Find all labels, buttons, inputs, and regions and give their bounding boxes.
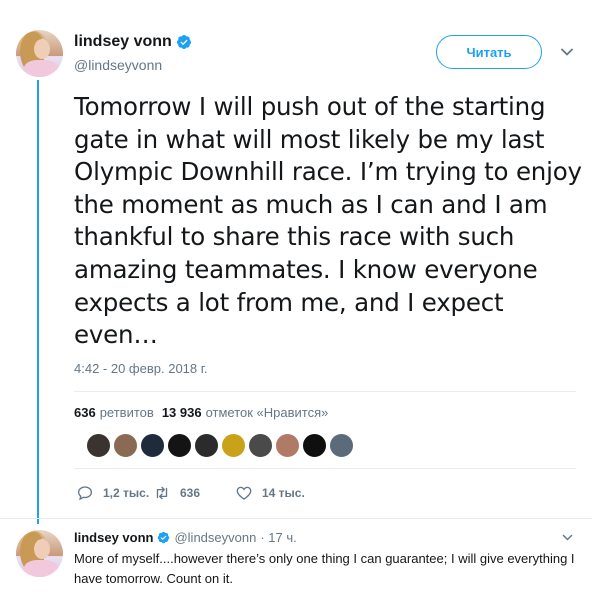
liker-avatar[interactable] [140,433,165,458]
reply-avatar[interactable] [16,530,63,577]
liker-avatar[interactable] [302,433,327,458]
reply-icon [77,486,93,501]
author-row: lindsey vonn [74,33,192,51]
reply-time[interactable]: · 17 ч. [260,530,296,545]
liker-avatar[interactable] [329,433,354,458]
likes-count: 13 936 [161,405,202,420]
author-name[interactable]: lindsey vonn [74,33,172,51]
retweet-button[interactable]: 636 [153,484,235,502]
chevron-down-icon[interactable] [561,531,574,544]
tweet-timestamp[interactable]: 4:42 - 20 февр. 2018 г. [74,361,208,376]
retweets-stat[interactable]: 636 ретвитов [74,405,154,420]
divider [0,518,592,519]
liker-avatar[interactable] [221,433,246,458]
follow-button[interactable]: Читать [436,35,542,69]
reply-header: lindsey vonn @lindseyvonn · 17 ч. [74,530,297,545]
likes-label: отметок «Нравится» [205,405,329,420]
retweets-count: 636 [74,405,96,420]
tweet-actions: 1,2 тыс. 636 14 тыс. [76,484,305,502]
like-button[interactable]: 14 тыс. [235,484,305,502]
heart-icon [236,486,252,500]
retweets-label: ретвитов [99,405,154,420]
liker-avatar[interactable] [113,433,138,458]
divider [74,391,576,392]
liker-avatar[interactable] [275,433,300,458]
reply-author-handle[interactable]: @lindseyvonn [174,530,256,545]
divider [74,468,576,469]
like-count: 14 тыс. [262,486,305,500]
liker-avatar[interactable] [248,433,273,458]
reply-author-name[interactable]: lindsey vonn [74,530,153,545]
engagement-stats: 636 ретвитов 13 936 отметок «Нравится» [74,405,328,420]
verified-badge-icon [176,35,191,49]
reply-text: More of myself....however there’s only o… [74,551,575,586]
liker-avatars [86,433,354,458]
thread-connector-line [37,80,39,524]
retweet-count: 636 [180,486,201,500]
liker-avatar[interactable] [167,433,192,458]
verified-badge-icon [158,531,170,544]
reply-button[interactable]: 1,2 тыс. [76,484,153,502]
likes-stat[interactable]: 13 936 отметок «Нравится» [162,405,329,420]
chevron-down-icon[interactable] [559,44,575,60]
avatar[interactable] [16,30,63,77]
liker-avatar[interactable] [86,433,111,458]
author-handle[interactable]: @lindseyvonn [74,57,162,73]
tweet-text: Tomorrow I will push out of the starting… [74,92,582,350]
retweet-icon [156,486,168,500]
liker-avatar[interactable] [194,433,219,458]
reply-count: 1,2 тыс. [103,486,150,500]
